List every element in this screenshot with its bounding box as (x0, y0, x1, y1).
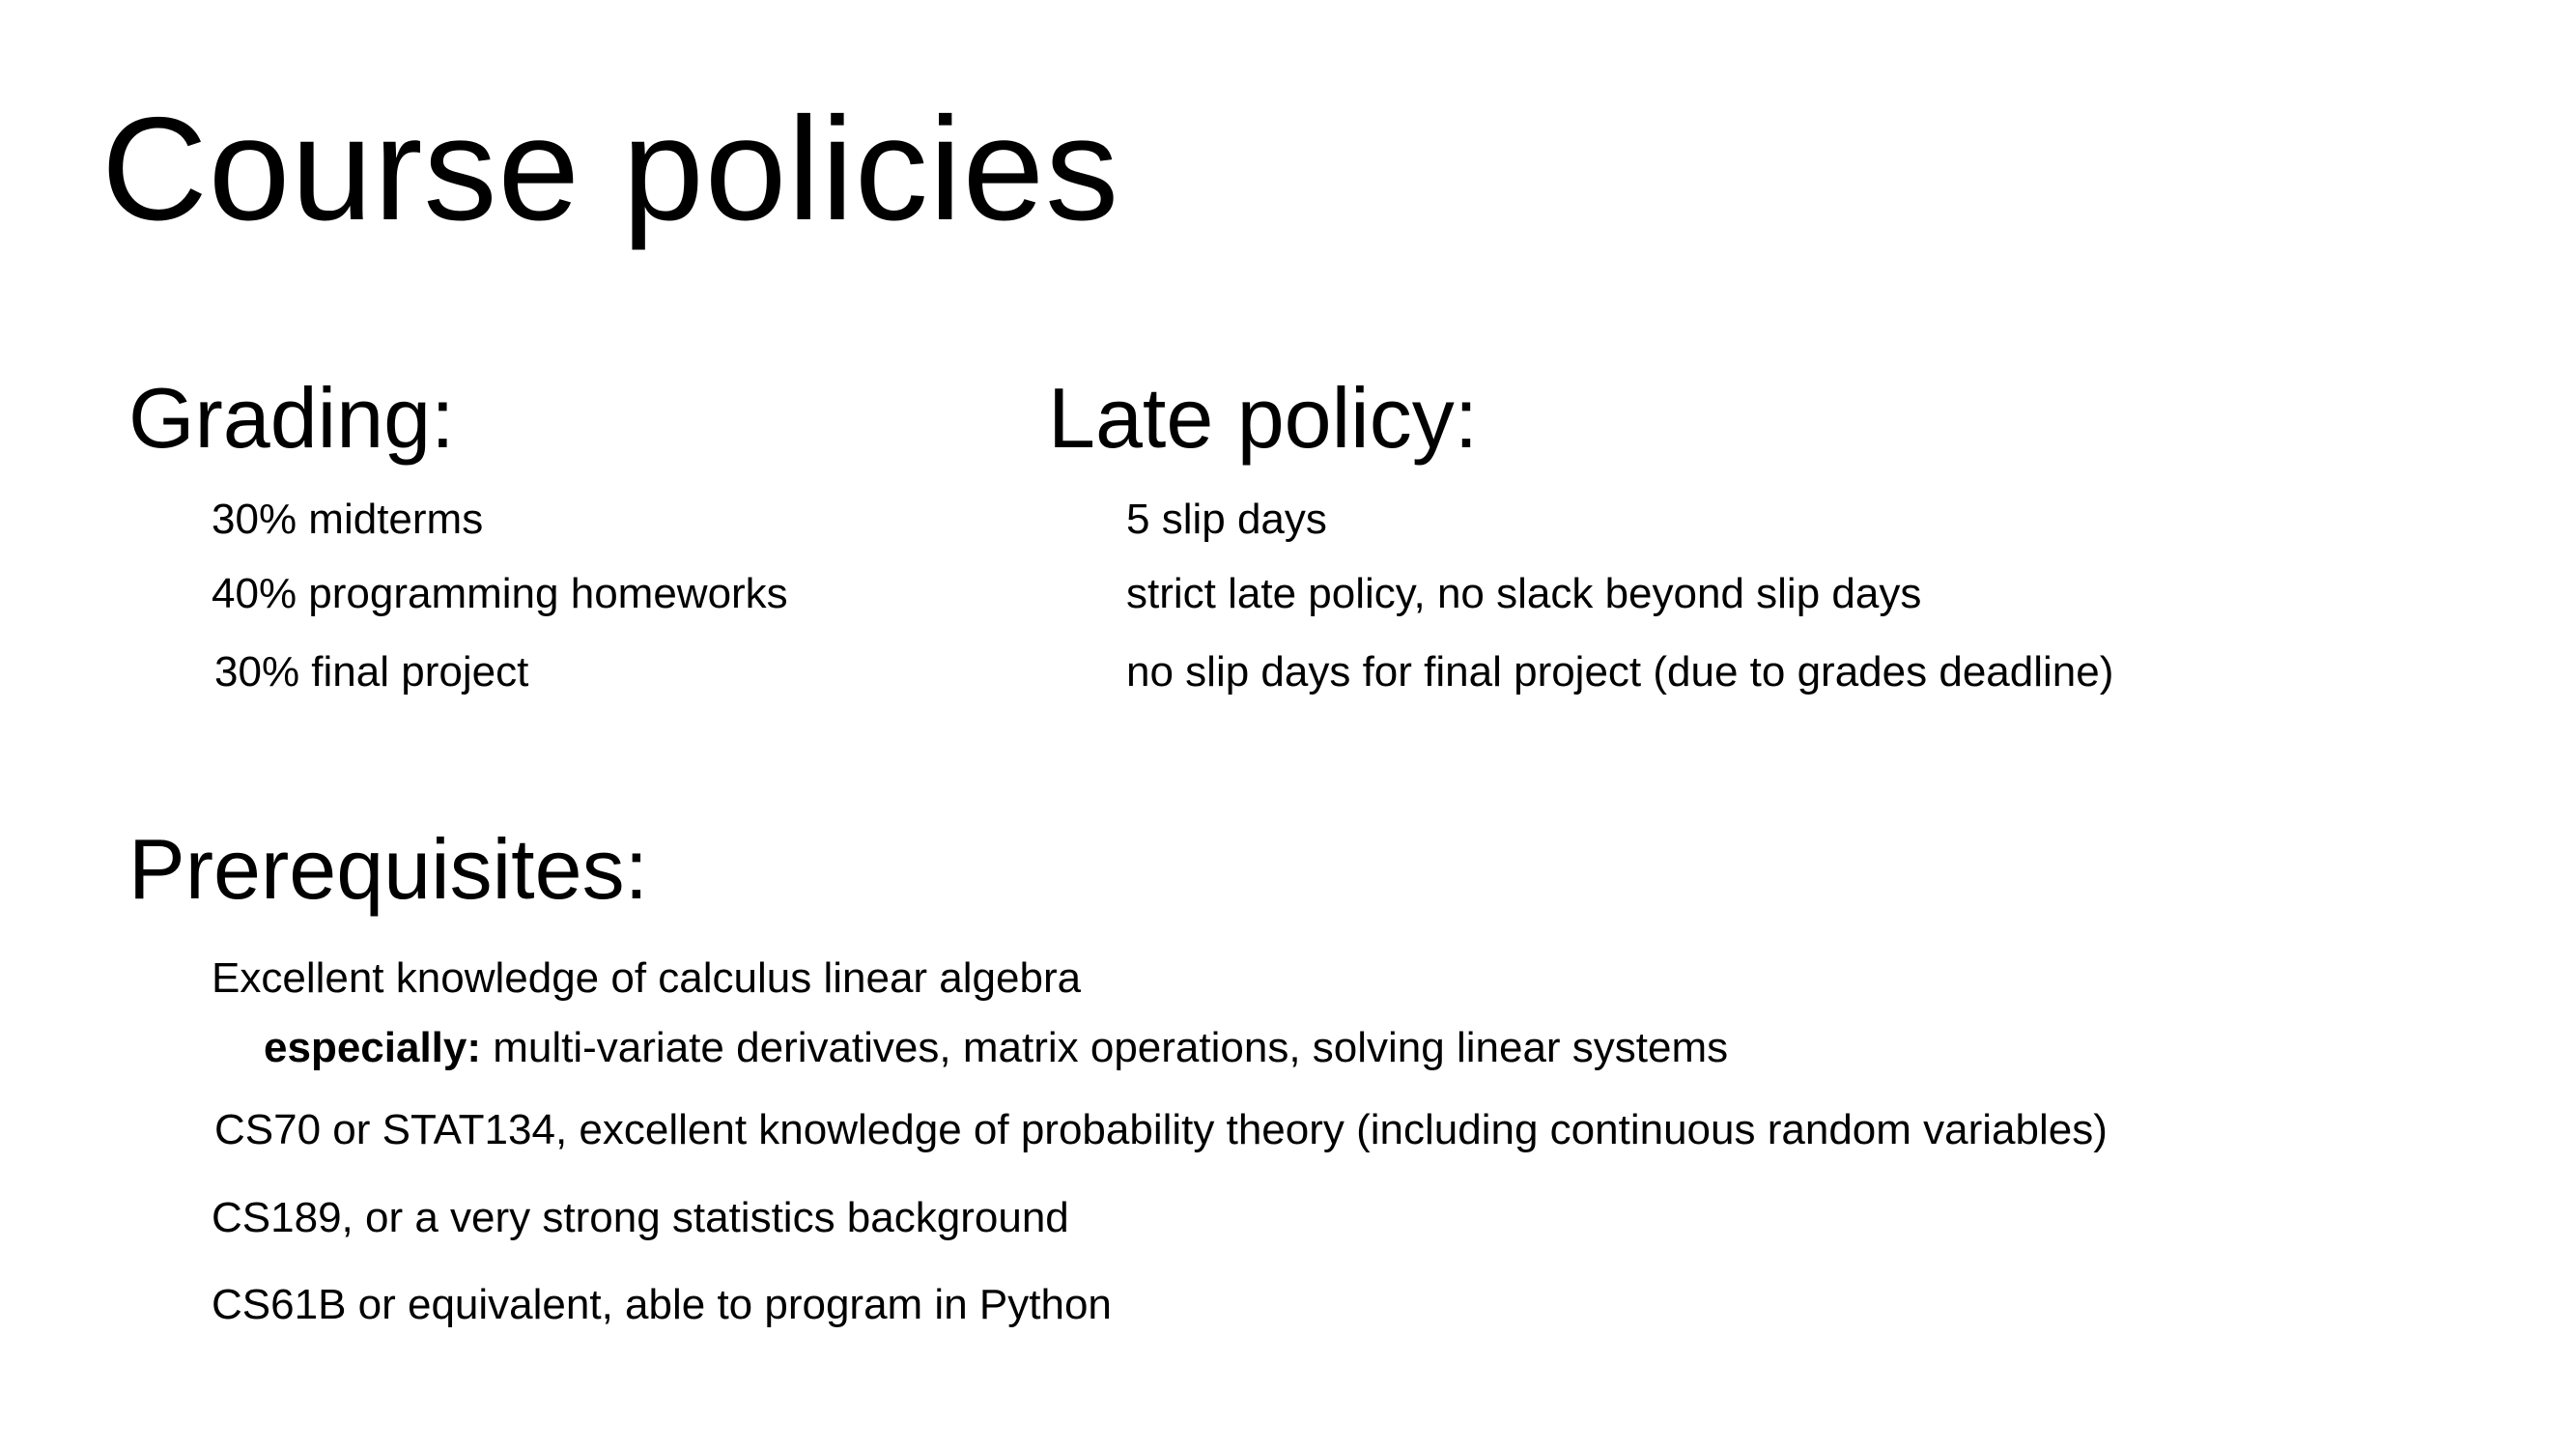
late-policy-item-slip-days: 5 slip days (1126, 496, 1327, 543)
grading-item-homeworks: 40% programming homeworks (212, 570, 788, 617)
grading-item-midterms: 30% midterms (212, 496, 484, 543)
grading-item-final-project: 30% final project (214, 648, 529, 696)
prerequisites-heading: Prerequisites: (128, 821, 649, 917)
prerequisites-sub-item: especially: multi-variate derivatives, m… (264, 1023, 1728, 1074)
late-policy-item-final-project: no slip days for final project (due to g… (1126, 648, 2114, 696)
prerequisites-sub-item-label: especially: (264, 1024, 482, 1071)
prerequisites-sub-item-text: multi-variate derivatives, matrix operat… (481, 1024, 1729, 1071)
late-policy-item-strict: strict late policy, no slack beyond slip… (1126, 570, 1922, 617)
prerequisites-item-calculus: Excellent knowledge of calculus linear a… (212, 954, 1082, 1002)
grading-heading: Grading: (128, 370, 455, 466)
slide-title: Course policies (101, 87, 1120, 251)
prerequisites-item-probability: CS70 or STAT134, excellent knowledge of … (214, 1106, 2108, 1153)
slide: Course policies Grading: 30% midterms 40… (0, 0, 2576, 1449)
prerequisites-item-programming: CS61B or equivalent, able to program in … (212, 1281, 1112, 1328)
prerequisites-item-statistics: CS189, or a very strong statistics backg… (212, 1194, 1069, 1241)
late-policy-heading: Late policy: (1048, 370, 1479, 466)
